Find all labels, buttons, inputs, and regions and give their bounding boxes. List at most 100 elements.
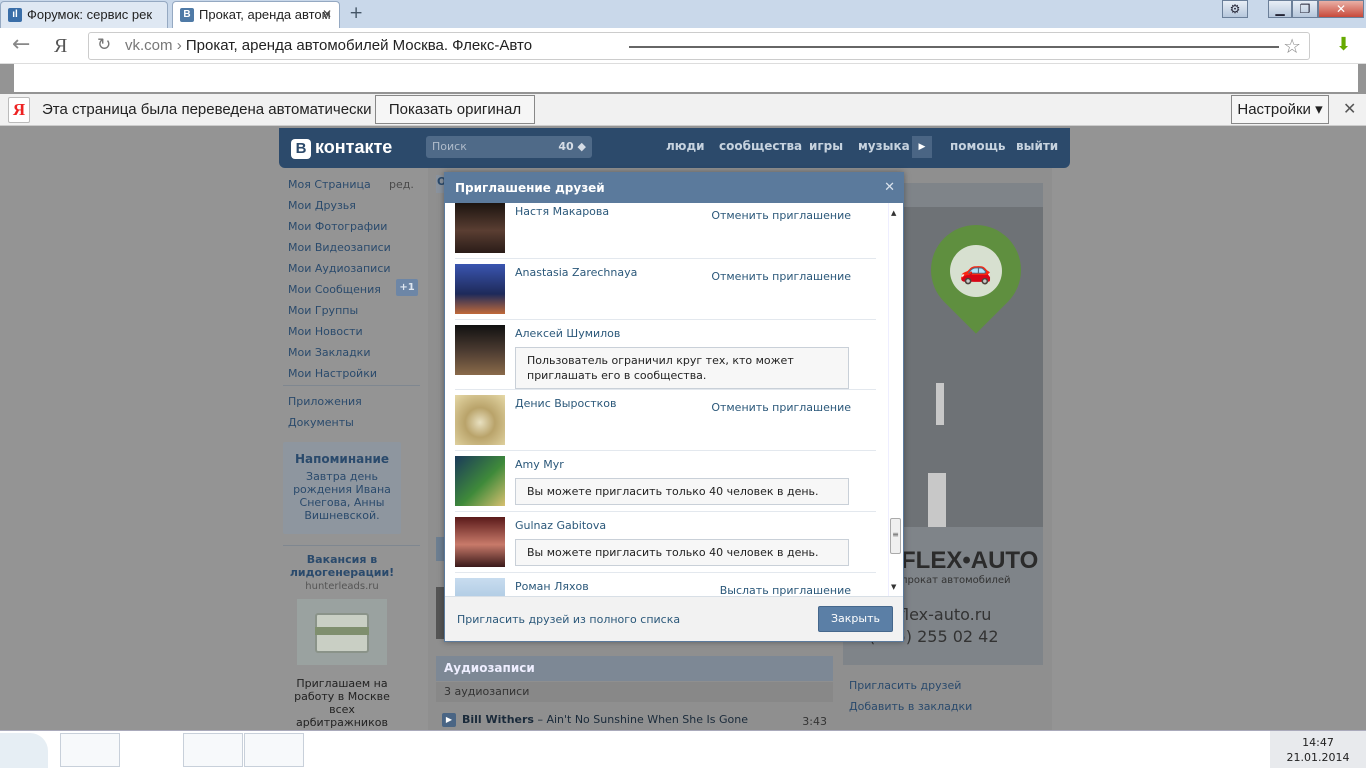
sidebar-item-settings[interactable]: Мои Настройки <box>288 367 377 380</box>
list-item: Роман Ляхов Выслать приглашение <box>455 573 876 596</box>
avatar[interactable] <box>455 325 505 375</box>
sidebar-item-documents[interactable]: Документы <box>288 416 354 429</box>
scroll-down-icon[interactable]: ▼ <box>891 583 896 591</box>
vk-header: Вконтакте Поиск 40 ◆ люди сообщества игр… <box>279 128 1070 168</box>
friend-name[interactable]: Anastasia Zarechnaya <box>515 266 637 279</box>
vk-logo[interactable]: Вконтакте <box>291 137 392 159</box>
avatar[interactable] <box>455 517 505 567</box>
ad-brand: FLEX•AUTO <box>901 547 1039 574</box>
invite-friends-link[interactable]: Пригласить друзей <box>849 679 961 692</box>
taskbar: 14:47 21.01.2014 <box>0 730 1366 768</box>
rubber-band <box>315 627 369 635</box>
cancel-invite-link[interactable]: Отменить приглашение <box>711 270 851 283</box>
friend-note: Вы можете пригласить только 40 человек в… <box>515 478 849 505</box>
friend-name[interactable]: Алексей Шумилов <box>515 327 620 340</box>
friend-name[interactable]: Gulnaz Gabitova <box>515 519 606 532</box>
car-icon: 🚗 <box>950 245 1002 297</box>
close-icon[interactable]: ✕ <box>884 181 895 195</box>
sidebar-item-audios[interactable]: Мои Аудиозаписи <box>288 262 391 275</box>
reload-icon[interactable]: ↻ <box>97 35 111 55</box>
reminder-title: Напоминание <box>294 452 390 466</box>
sidebar-ad[interactable]: Вакансия в лидогенерации! hunterleads.ru… <box>283 553 401 730</box>
show-original-button[interactable]: Показать оригинал <box>375 95 535 124</box>
audio-track[interactable]: ▶ Bill Withers – Ain't No Sunshine When S… <box>436 713 833 730</box>
avatar[interactable] <box>455 395 505 445</box>
avatar[interactable] <box>455 264 505 314</box>
track-artist[interactable]: Bill Withers <box>462 713 534 726</box>
scroll-thumb[interactable]: ≡ <box>890 518 901 554</box>
search-input[interactable]: Поиск 40 ◆ <box>426 136 592 158</box>
sidebar-item-my-page[interactable]: Моя Страница <box>288 178 371 191</box>
vk-icon: B <box>180 8 194 22</box>
sidebar-item-friends[interactable]: Мои Друзья <box>288 199 356 212</box>
yandex-icon[interactable]: Я <box>54 34 67 58</box>
taskbar-item[interactable] <box>244 733 304 767</box>
bars-icon: ıl <box>8 8 22 22</box>
restore-button[interactable]: ❐ <box>1292 0 1318 18</box>
url-domain: vk.com <box>125 37 173 54</box>
ad-title[interactable]: Вакансия в лидогенерации! <box>283 553 401 579</box>
avatar[interactable] <box>455 456 505 506</box>
avatar[interactable] <box>455 578 505 596</box>
friend-name[interactable]: Настя Макарова <box>515 205 609 218</box>
scroll-up-icon[interactable]: ▲ <box>891 209 896 217</box>
minimize-button[interactable]: ▁ <box>1268 0 1292 18</box>
browser-settings-button[interactable]: ⚙ <box>1222 0 1248 18</box>
friend-name[interactable]: Роман Ляхов <box>515 580 589 593</box>
sidebar-item-bookmarks[interactable]: Мои Закладки <box>288 346 370 359</box>
vk-logo-mark: В <box>291 139 311 159</box>
music-play-icon[interactable]: ▶ <box>912 136 932 158</box>
url-input[interactable]: ↻ vk.com › Прокат, аренда автомобилей Мо… <box>88 32 1310 60</box>
nav-logout[interactable]: выйти <box>1016 139 1058 153</box>
start-button[interactable] <box>0 733 48 768</box>
tab-vk[interactable]: B Прокат, аренда автом ✕ <box>172 1 340 28</box>
system-clock[interactable]: 14:47 21.01.2014 <box>1270 731 1366 768</box>
reminder-text[interactable]: Завтра день рождения Ивана Снегова, Анны… <box>283 470 401 522</box>
sidebar-item-videos[interactable]: Мои Видеозаписи <box>288 241 391 254</box>
nav-games[interactable]: игры <box>809 139 843 153</box>
close-window-button[interactable]: ✕ <box>1318 0 1364 18</box>
nav-help[interactable]: помощь <box>950 139 1005 153</box>
edit-link[interactable]: ред. <box>389 178 414 191</box>
avatar[interactable] <box>455 203 505 253</box>
nav-people[interactable]: люди <box>666 139 705 153</box>
list-item: Алексей Шумилов Пользователь ограничил к… <box>455 320 876 390</box>
search-placeholder: Поиск <box>432 140 467 153</box>
sidebar-item-groups[interactable]: Мои Группы <box>288 304 358 317</box>
close-button[interactable]: Закрыть <box>818 606 893 632</box>
track-duration: 3:43 <box>802 715 827 728</box>
ad-text: Приглашаем на работу в Москве всех арбит… <box>294 677 390 730</box>
cancel-invite-link[interactable]: Отменить приглашение <box>711 209 851 222</box>
cancel-invite-link[interactable]: Отменить приглашение <box>711 401 851 414</box>
yandex-logo-icon: Я <box>8 97 30 123</box>
tab-label: Форумок: сервис рек <box>27 7 153 22</box>
translate-bar: Я Эта страница была переведена автоматич… <box>0 94 1366 126</box>
money-image[interactable] <box>297 599 387 665</box>
sidebar-item-news[interactable]: Мои Новости <box>288 325 363 338</box>
nav-communities[interactable]: сообщества <box>719 139 802 153</box>
nav-music[interactable]: музыка <box>858 139 910 153</box>
invite-from-full-list-link[interactable]: Пригласить друзей из полного списка <box>457 613 680 626</box>
sidebar-item-messages[interactable]: Мои Сообщения <box>288 283 381 296</box>
taskbar-item[interactable] <box>60 733 120 767</box>
sidebar-item-photos[interactable]: Мои Фотографии <box>288 220 387 233</box>
translate-settings-button[interactable]: Настройки ▾ <box>1231 95 1329 124</box>
play-icon[interactable]: ▶ <box>442 713 456 727</box>
download-icon[interactable]: ⬇ <box>1336 35 1351 55</box>
audio-section-title[interactable]: Аудиозаписи <box>436 656 833 681</box>
ad-domain: hunterleads.ru <box>305 581 379 592</box>
tab-forumok[interactable]: ıl Форумок: сервис рек <box>0 1 168 28</box>
clock-date: 21.01.2014 <box>1286 751 1350 764</box>
star-icon[interactable]: ☆ <box>1283 34 1301 58</box>
send-invite-link[interactable]: Выслать приглашение <box>720 584 851 596</box>
taskbar-item[interactable] <box>183 733 243 767</box>
back-arrow-icon[interactable]: ← <box>12 33 30 57</box>
new-tab-button[interactable]: + <box>349 3 363 23</box>
sidebar-item-apps[interactable]: Приложения <box>288 395 362 408</box>
close-tab-icon[interactable]: ✕ <box>322 2 332 27</box>
friend-name[interactable]: Денис Выростков <box>515 397 617 410</box>
friend-name[interactable]: Amy Myr <box>515 458 564 471</box>
sidebar-divider <box>283 385 420 386</box>
add-bookmark-link[interactable]: Добавить в закладки <box>849 700 972 713</box>
close-icon[interactable]: ✕ <box>1343 99 1356 118</box>
